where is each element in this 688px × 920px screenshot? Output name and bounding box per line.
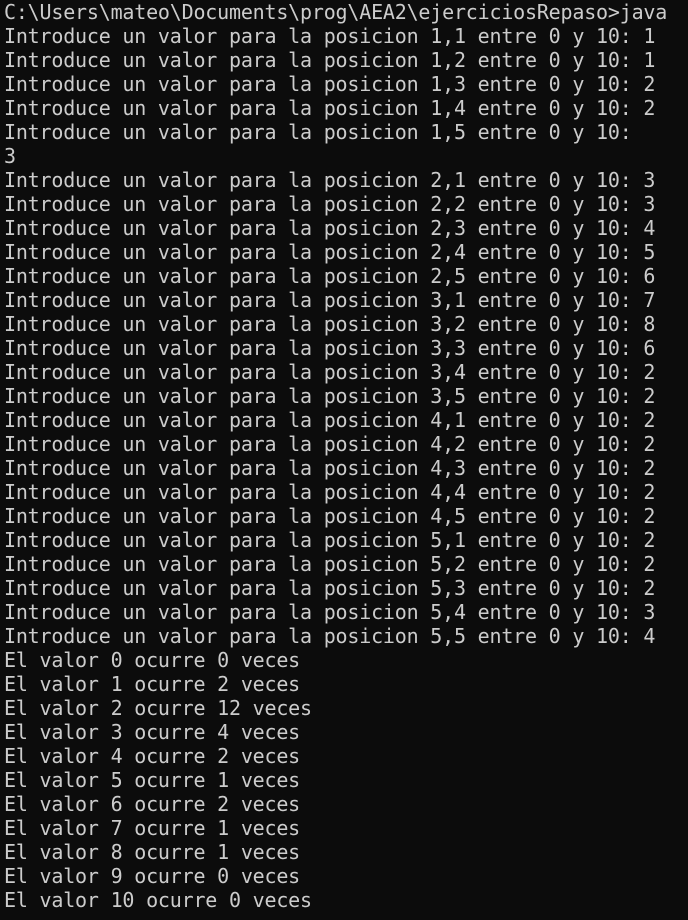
output-line: Introduce un valor para la posicion 5,3 … xyxy=(4,576,656,600)
output-line: Introduce un valor para la posicion 5,2 … xyxy=(4,552,656,576)
output-line: Introduce un valor para la posicion 4,3 … xyxy=(4,456,656,480)
output-line: El valor 3 ocurre 4 veces xyxy=(4,720,301,744)
output-line: Introduce un valor para la posicion 4,4 … xyxy=(4,480,656,504)
output-line: Introduce un valor para la posicion 3,5 … xyxy=(4,384,656,408)
output-line: El valor 2 ocurre 12 veces xyxy=(4,696,312,720)
output-line: Introduce un valor para la posicion 3,4 … xyxy=(4,360,656,384)
output-line: Introduce un valor para la posicion 1,3 … xyxy=(4,72,656,96)
output-line: Introduce un valor para la posicion 4,1 … xyxy=(4,408,656,432)
output-line: Introduce un valor para la posicion 4,5 … xyxy=(4,504,656,528)
terminal-output: Introduce un valor para la posicion 1,1 … xyxy=(4,24,688,912)
output-line: Introduce un valor para la posicion 2,3 … xyxy=(4,216,656,240)
output-line: Introduce un valor para la posicion 5,1 … xyxy=(4,528,656,552)
output-line: Introduce un valor para la posicion 2,2 … xyxy=(4,192,656,216)
output-line: Introduce un valor para la posicion 1,5 … xyxy=(4,120,632,144)
output-line: El valor 1 ocurre 2 veces xyxy=(4,672,301,696)
output-line: Introduce un valor para la posicion 5,5 … xyxy=(4,624,656,648)
output-line: Introduce un valor para la posicion 2,4 … xyxy=(4,240,656,264)
output-line: El valor 0 ocurre 0 veces xyxy=(4,648,301,672)
output-line: Introduce un valor para la posicion 5,4 … xyxy=(4,600,656,624)
terminal-window[interactable]: C:\Users\mateo\Documents\prog\AEA2\ejerc… xyxy=(0,0,688,920)
output-line: 3 xyxy=(4,144,16,168)
output-line: El valor 8 ocurre 1 veces xyxy=(4,840,301,864)
output-line: Introduce un valor para la posicion 3,3 … xyxy=(4,336,656,360)
command-prompt-line: C:\Users\mateo\Documents\prog\AEA2\ejerc… xyxy=(4,0,668,24)
output-line: El valor 4 ocurre 2 veces xyxy=(4,744,301,768)
output-line: Introduce un valor para la posicion 1,4 … xyxy=(4,96,656,120)
output-line: Introduce un valor para la posicion 1,1 … xyxy=(4,24,656,48)
output-line: El valor 6 ocurre 2 veces xyxy=(4,792,301,816)
output-line: El valor 10 ocurre 0 veces xyxy=(4,888,312,912)
output-line: Introduce un valor para la posicion 3,1 … xyxy=(4,288,656,312)
output-line: Introduce un valor para la posicion 3,2 … xyxy=(4,312,656,336)
output-line: Introduce un valor para la posicion 2,5 … xyxy=(4,264,656,288)
output-line: Introduce un valor para la posicion 2,1 … xyxy=(4,168,656,192)
output-line: Introduce un valor para la posicion 1,2 … xyxy=(4,48,656,72)
output-line: El valor 7 ocurre 1 veces xyxy=(4,816,301,840)
output-line: El valor 5 ocurre 1 veces xyxy=(4,768,301,792)
output-line: Introduce un valor para la posicion 4,2 … xyxy=(4,432,656,456)
output-line: El valor 9 ocurre 0 veces xyxy=(4,864,301,888)
